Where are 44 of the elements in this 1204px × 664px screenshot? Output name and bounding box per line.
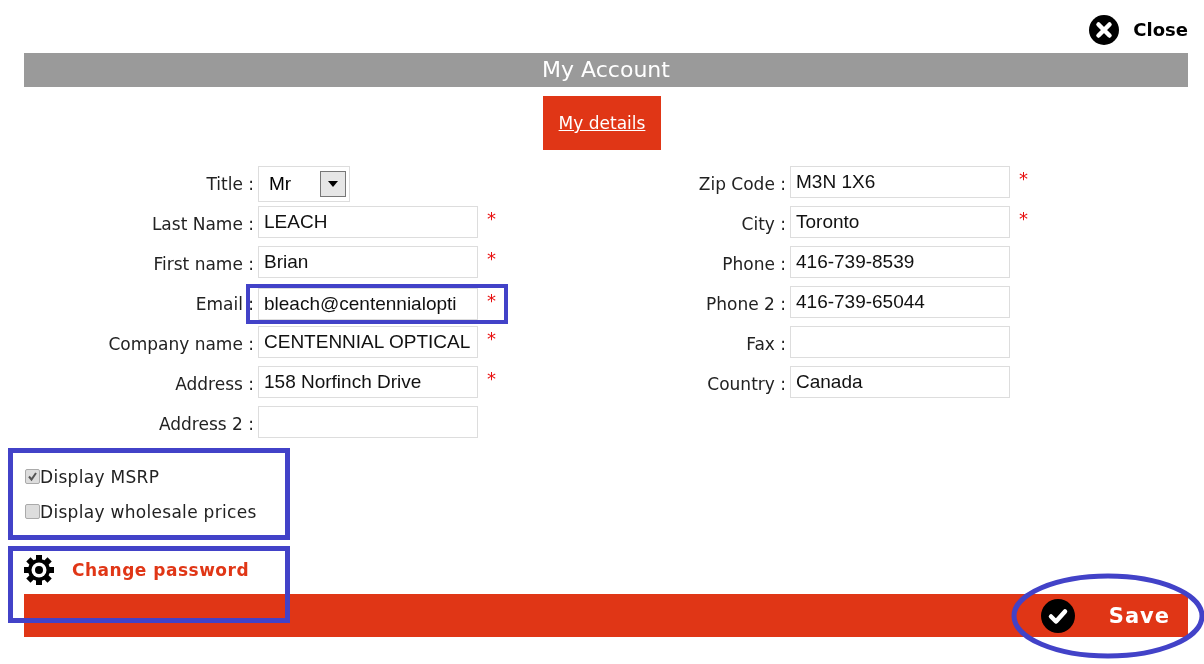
field-label: Address : xyxy=(174,374,255,394)
checkbox[interactable] xyxy=(25,504,40,519)
field-label: Phone 2 : xyxy=(705,294,787,314)
text-field[interactable]: 158 Norfinch Drive xyxy=(258,366,478,398)
text-field[interactable] xyxy=(258,406,478,438)
field-label: Address 2 : xyxy=(157,414,255,434)
required-mark: * xyxy=(487,208,496,229)
close-button[interactable]: Close xyxy=(1089,14,1188,45)
text-field[interactable]: CENTENNIAL OPTICAL xyxy=(258,326,478,358)
title-select[interactable]: Mr xyxy=(258,166,350,202)
change-password-link[interactable]: Change password xyxy=(24,546,250,594)
text-field[interactable] xyxy=(790,326,1010,358)
text-field[interactable]: Canada xyxy=(790,366,1010,398)
field-label: First name : xyxy=(152,254,255,274)
required-mark: * xyxy=(1019,168,1028,189)
tab[interactable]: My details xyxy=(542,96,662,150)
field-label: Phone : xyxy=(721,254,787,274)
field-label: Title : xyxy=(205,174,255,194)
required-mark: * xyxy=(487,328,496,349)
text-field[interactable]: LEACH xyxy=(258,206,478,238)
field-label: Country : xyxy=(706,374,787,394)
required-mark: * xyxy=(487,290,496,311)
close-icon xyxy=(1089,14,1120,45)
page-header: My Account xyxy=(24,53,1188,87)
checkmark-icon xyxy=(1040,598,1075,633)
gear-icon xyxy=(24,555,54,585)
field-label: City : xyxy=(740,214,787,234)
field-label: Fax : xyxy=(745,334,787,354)
checkbox-label: Display wholesale prices xyxy=(40,501,257,522)
field-label: Email : xyxy=(194,294,255,314)
required-mark: * xyxy=(487,248,496,269)
checkbox-label: Display MSRP xyxy=(40,466,160,487)
required-mark: * xyxy=(1019,208,1028,229)
text-field[interactable]: M3N 1X6 xyxy=(790,166,1010,198)
field-label: Company name : xyxy=(107,334,255,354)
text-field[interactable]: bleach@centennialopti xyxy=(258,288,478,320)
text-field[interactable]: 416-739-8539 xyxy=(790,246,1010,278)
field-label: Zip Code : xyxy=(697,174,787,194)
required-mark: * xyxy=(487,368,496,389)
text-field[interactable]: 416-739-65044 xyxy=(790,286,1010,318)
checkbox[interactable] xyxy=(25,469,40,484)
text-field[interactable]: Toronto xyxy=(790,206,1010,238)
field-label: Last Name : xyxy=(150,214,255,234)
text-field[interactable]: Brian xyxy=(258,246,478,278)
